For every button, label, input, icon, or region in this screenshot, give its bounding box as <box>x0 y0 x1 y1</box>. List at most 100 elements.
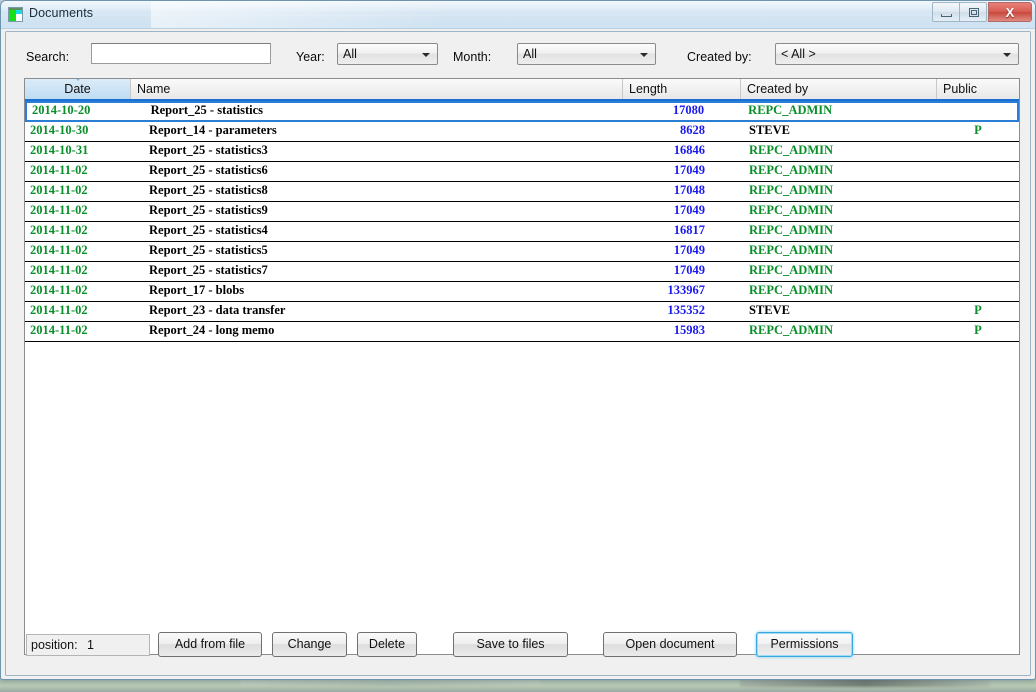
search-label: Search: <box>26 50 70 64</box>
grid-header-public[interactable]: Public <box>937 79 1019 99</box>
cell-public <box>937 182 1019 201</box>
search-input[interactable] <box>91 43 271 64</box>
cell-public <box>937 222 1019 241</box>
cell-length: 17049 <box>673 263 705 277</box>
grid-header-label: Date <box>64 82 91 96</box>
grid-header-label: Name <box>137 82 171 96</box>
cell-public <box>937 262 1019 281</box>
grid-header-label: Created by <box>747 82 809 96</box>
cell-date: 2014-11-02 <box>30 203 88 217</box>
cell-length: 16817 <box>673 223 705 237</box>
year-select-value: All <box>343 47 357 61</box>
grid-header-row: Date Name Length Created by Public <box>25 79 1019 101</box>
cell-date: 2014-11-02 <box>30 243 88 257</box>
minimize-icon <box>941 14 952 17</box>
cell-name: Report_25 - statistics4 <box>149 223 268 237</box>
table-row[interactable]: 2014-11-02 Report_23 - data transfer 13535… <box>25 302 1019 322</box>
table-row[interactable]: 2014-11-02 Report_17 - blobs 133967 REPC_AD… <box>25 282 1019 302</box>
cell-created-by: REPC_ADMIN <box>749 183 834 197</box>
close-button[interactable]: X <box>988 2 1032 22</box>
maximize-button[interactable] <box>959 2 987 22</box>
window-controls: X <box>932 2 1032 23</box>
cell-name: Report_14 - parameters <box>149 123 277 137</box>
save-to-files-button[interactable]: Save to files <box>453 632 568 657</box>
close-icon: X <box>1005 5 1015 20</box>
desktop-taskbar-blur-left <box>240 679 540 686</box>
table-row[interactable]: 2014-11-02 Report_25 - statistics5 17049 RE… <box>25 242 1019 262</box>
cell-length: 17049 <box>673 243 705 257</box>
cell-length: 17048 <box>673 183 705 197</box>
cell-date: 2014-10-30 <box>30 123 89 137</box>
cell-created-by: REPC_ADMIN <box>749 163 834 177</box>
cell-name: Report_25 - statistics8 <box>149 183 268 197</box>
cell-date: 2014-11-02 <box>30 323 88 337</box>
table-row[interactable]: 2014-10-30 Report_14 - parameters 8628 STEV… <box>25 122 1019 142</box>
cell-public <box>935 103 1017 120</box>
table-row[interactable]: 2014-11-02 Report_25 - statistics4 16817 RE… <box>25 222 1019 242</box>
client-area: Search: Year: All Month: All Created by:… <box>5 31 1031 676</box>
cell-public: P <box>974 323 982 337</box>
cell-created-by: STEVE <box>749 303 790 317</box>
cell-date: 2014-11-02 <box>30 223 88 237</box>
year-select[interactable]: All <box>337 43 438 65</box>
add-from-file-button[interactable]: Add from file <box>158 632 262 657</box>
cell-public <box>937 142 1019 161</box>
grid-header-created_by[interactable]: Created by <box>741 79 937 99</box>
position-indicator: position: 1 <box>26 634 150 656</box>
cell-length: 8628 <box>680 123 705 137</box>
grid-header-label: Public <box>943 82 978 96</box>
cell-public: P <box>974 123 982 137</box>
month-select-value: All <box>523 47 537 61</box>
cell-created-by: REPC_ADMIN <box>748 103 833 117</box>
filter-bar: Search: Year: All Month: All Created by:… <box>6 32 1030 74</box>
cell-date: 2014-10-31 <box>30 143 89 157</box>
maximize-icon <box>969 8 979 17</box>
grid-header-length[interactable]: Length <box>623 79 741 99</box>
minimize-button[interactable] <box>932 2 960 22</box>
cell-name: Report_25 - statistics <box>150 103 264 117</box>
created-by-select[interactable]: < All > <box>775 43 1019 65</box>
cell-created-by: REPC_ADMIN <box>749 203 834 217</box>
month-select[interactable]: All <box>517 43 656 65</box>
table-row[interactable]: 2014-11-02 Report_24 - long memo 15983 REPC… <box>25 322 1019 342</box>
cell-name: Report_17 - blobs <box>149 283 245 297</box>
permissions-button[interactable]: Permissions <box>756 632 853 657</box>
created-by-select-value: < All > <box>781 47 816 61</box>
grid-body: 2014-10-20 Report_25 - statistics 17080 REP… <box>25 101 1019 342</box>
table-row[interactable]: 2014-10-31 Report_25 - statistics3 16846 RE… <box>25 142 1019 162</box>
grid-empty-area[interactable] <box>25 342 1019 654</box>
cell-length: 135352 <box>667 303 706 317</box>
table-row[interactable]: 2014-11-02 Report_25 - statistics6 17049 RE… <box>25 162 1019 182</box>
cell-length: 15983 <box>673 323 705 337</box>
documents-grid[interactable]: Date Name Length Created by Public 2014-10-2… <box>24 78 1020 655</box>
documents-app-icon <box>8 7 23 22</box>
chevron-down-icon <box>640 53 648 57</box>
cell-date: 2014-11-02 <box>30 183 88 197</box>
cell-created-by: STEVE <box>749 123 790 137</box>
chevron-down-icon <box>422 53 430 57</box>
created-by-label: Created by: <box>687 50 752 64</box>
title-bar[interactable]: Documents X <box>1 1 1035 29</box>
table-row[interactable]: 2014-11-02 Report_25 - statistics9 17049 RE… <box>25 202 1019 222</box>
cell-date: 2014-10-20 <box>32 103 91 117</box>
cell-date: 2014-11-02 <box>30 303 88 317</box>
change-button[interactable]: Change <box>272 632 347 657</box>
table-row[interactable]: 2014-11-02 Report_25 - statistics8 17048 RE… <box>25 182 1019 202</box>
grid-header-date[interactable]: Date <box>25 79 131 99</box>
cell-name: Report_24 - long memo <box>149 323 275 337</box>
cell-length: 17049 <box>673 163 705 177</box>
cell-length: 133967 <box>667 283 706 297</box>
cell-created-by: REPC_ADMIN <box>749 263 834 277</box>
position-label: position: <box>31 638 78 652</box>
month-label: Month: <box>453 50 492 64</box>
delete-button[interactable]: Delete <box>357 632 417 657</box>
cell-created-by: REPC_ADMIN <box>749 283 834 297</box>
cell-name: Report_25 - statistics7 <box>149 263 268 277</box>
cell-name: Report_25 - statistics5 <box>149 243 268 257</box>
table-row[interactable]: 2014-11-02 Report_25 - statistics7 17049 RE… <box>25 262 1019 282</box>
open-document-button[interactable]: Open document <box>603 632 737 657</box>
cell-public <box>937 282 1019 301</box>
cell-date: 2014-11-02 <box>30 163 88 177</box>
grid-header-name[interactable]: Name <box>131 79 623 99</box>
table-row[interactable]: 2014-10-20 Report_25 - statistics 17080 REP… <box>25 101 1019 122</box>
